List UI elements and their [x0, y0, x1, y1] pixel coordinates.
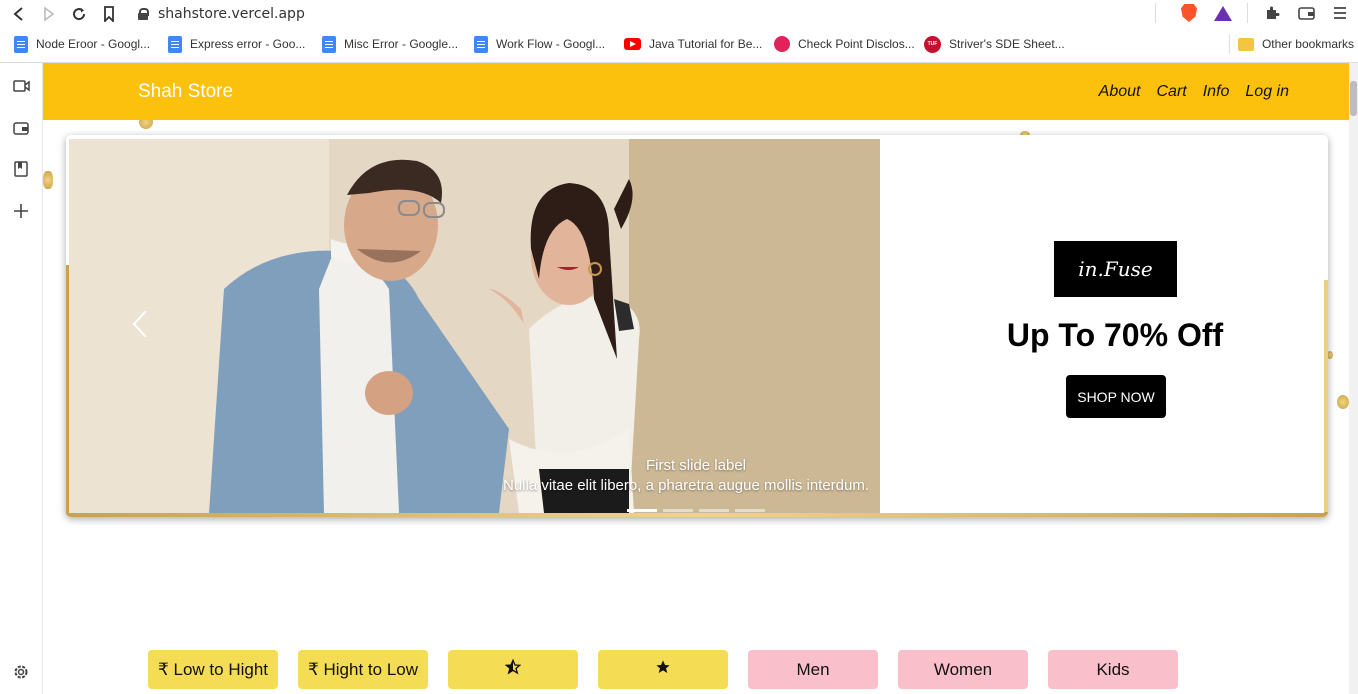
carousel-indicator[interactable]	[627, 509, 657, 512]
other-bookmarks-label: Other bookmarks	[1261, 37, 1354, 51]
bookmarks-bar: Node Eroor - Googl... Express error - Go…	[0, 31, 1358, 57]
bookmark-item[interactable]: Node Eroor - Googl...	[14, 35, 154, 53]
shop-now-button[interactable]: SHOP NOW	[1066, 375, 1166, 418]
half-star-icon	[504, 658, 522, 680]
url-text: shahstore.vercel.app	[158, 6, 305, 22]
wallet-icon[interactable]	[12, 119, 30, 137]
decorative-dot	[1337, 395, 1349, 409]
promo-title: Up To 70% Off	[1006, 317, 1224, 353]
add-icon[interactable]	[12, 202, 30, 220]
other-bookmarks[interactable]: Other bookmarks	[1228, 34, 1354, 54]
bookmark-label: Check Point Disclos...	[798, 37, 914, 51]
bookmark-label: Express error - Goo...	[190, 37, 306, 51]
bookmark-item[interactable]: Work Flow - Googl...	[474, 35, 614, 53]
infuse-logo: in.Fuse	[1054, 241, 1177, 297]
wallet-icon[interactable]	[1296, 3, 1316, 23]
extensions-icon[interactable]	[1262, 3, 1282, 23]
bookmark-label: Work Flow - Googl...	[496, 37, 606, 51]
carousel-indicators	[627, 509, 765, 512]
bookmark-page-icon[interactable]	[98, 3, 120, 25]
bookmark-label: Misc Error - Google...	[344, 37, 459, 51]
bookmarks-divider	[1228, 34, 1230, 54]
carousel-prev-icon[interactable]	[130, 309, 150, 339]
gold-border	[1324, 280, 1328, 517]
filter-women-button[interactable]: Women	[898, 650, 1028, 689]
web-page: Shah Store About Cart Info Log in First …	[43, 63, 1349, 694]
google-docs-icon	[14, 35, 28, 53]
brave-shield-icon[interactable]	[1179, 3, 1199, 23]
bookmark-item[interactable]: Express error - Goo...	[168, 35, 308, 53]
google-docs-icon	[168, 35, 182, 53]
sort-low-to-high-button[interactable]: ₹ Low to Hight	[148, 650, 278, 689]
full-star-rating-button[interactable]	[598, 650, 728, 689]
filter-kids-button[interactable]: Kids	[1048, 650, 1178, 689]
bookmark-item[interactable]: TUF Striver's SDE Sheet...	[924, 35, 1064, 53]
star-icon	[655, 659, 671, 680]
bookmark-label: Java Tutorial for Be...	[649, 37, 763, 51]
video-icon[interactable]	[12, 77, 30, 95]
bookmark-star-icon[interactable]	[1145, 3, 1165, 23]
store-brand[interactable]: Shah Store	[138, 81, 233, 103]
bookmark-item[interactable]: Misc Error - Google...	[322, 35, 462, 53]
scrollbar-thumb[interactable]	[1350, 81, 1357, 116]
page-scrollbar[interactable]	[1349, 63, 1358, 694]
caption-title: First slide label	[645, 457, 747, 474]
folder-icon	[1237, 37, 1254, 51]
filter-men-button[interactable]: Men	[748, 650, 878, 689]
toolbar-divider	[1247, 3, 1248, 23]
browser-sidebar	[0, 63, 43, 694]
slide-caption: First slide label Nulla vitae elit liber…	[446, 457, 946, 494]
filter-bar: ₹ Low to Hight ₹ Hight to Low Men Women …	[148, 650, 1178, 689]
bookmark-label: Striver's SDE Sheet...	[949, 37, 1064, 51]
google-docs-icon	[322, 35, 336, 53]
bookmark-item[interactable]: Check Point Disclos...	[774, 36, 914, 52]
bookmark-item[interactable]: Java Tutorial for Be...	[624, 37, 764, 51]
half-star-rating-button[interactable]	[448, 650, 578, 689]
tuf-icon: TUF	[924, 35, 941, 53]
lock-icon	[138, 8, 149, 20]
settings-gear-icon[interactable]	[12, 663, 30, 681]
hero-carousel: First slide label Nulla vitae elit liber…	[66, 135, 1328, 517]
caption-text: Nulla vitae elit libero, a pharetra augu…	[503, 477, 870, 494]
reading-list-icon[interactable]	[12, 160, 30, 178]
store-navbar: Shah Store About Cart Info Log in	[43, 63, 1349, 120]
carousel-indicator[interactable]	[699, 509, 729, 512]
carousel-indicator[interactable]	[663, 509, 693, 512]
brave-rewards-icon[interactable]	[1213, 3, 1233, 23]
bookmark-label: Node Eroor - Googl...	[36, 37, 151, 51]
browser-toolbar: shahstore.vercel.app	[0, 0, 1358, 28]
checkpoint-icon	[774, 36, 790, 52]
reload-icon[interactable]	[68, 3, 90, 25]
youtube-icon	[624, 38, 641, 50]
carousel-indicator[interactable]	[735, 509, 765, 512]
menu-icon[interactable]	[1330, 3, 1350, 23]
sort-high-to-low-button[interactable]: ₹ Hight to Low	[298, 650, 428, 689]
promo-panel: in.Fuse Up To 70% Off SHOP NOW	[880, 139, 1324, 513]
nav-login[interactable]: Log in	[1245, 83, 1289, 101]
google-docs-icon	[474, 35, 488, 53]
forward-icon[interactable]	[38, 3, 60, 25]
back-icon[interactable]	[8, 3, 30, 25]
decorative-dot	[43, 171, 53, 189]
nav-about[interactable]: About	[1099, 83, 1141, 101]
nav-info[interactable]: Info	[1203, 83, 1230, 101]
nav-links: About Cart Info Log in	[1099, 83, 1289, 101]
nav-cart[interactable]: Cart	[1156, 83, 1186, 101]
address-bar[interactable]: shahstore.vercel.app	[138, 6, 305, 22]
